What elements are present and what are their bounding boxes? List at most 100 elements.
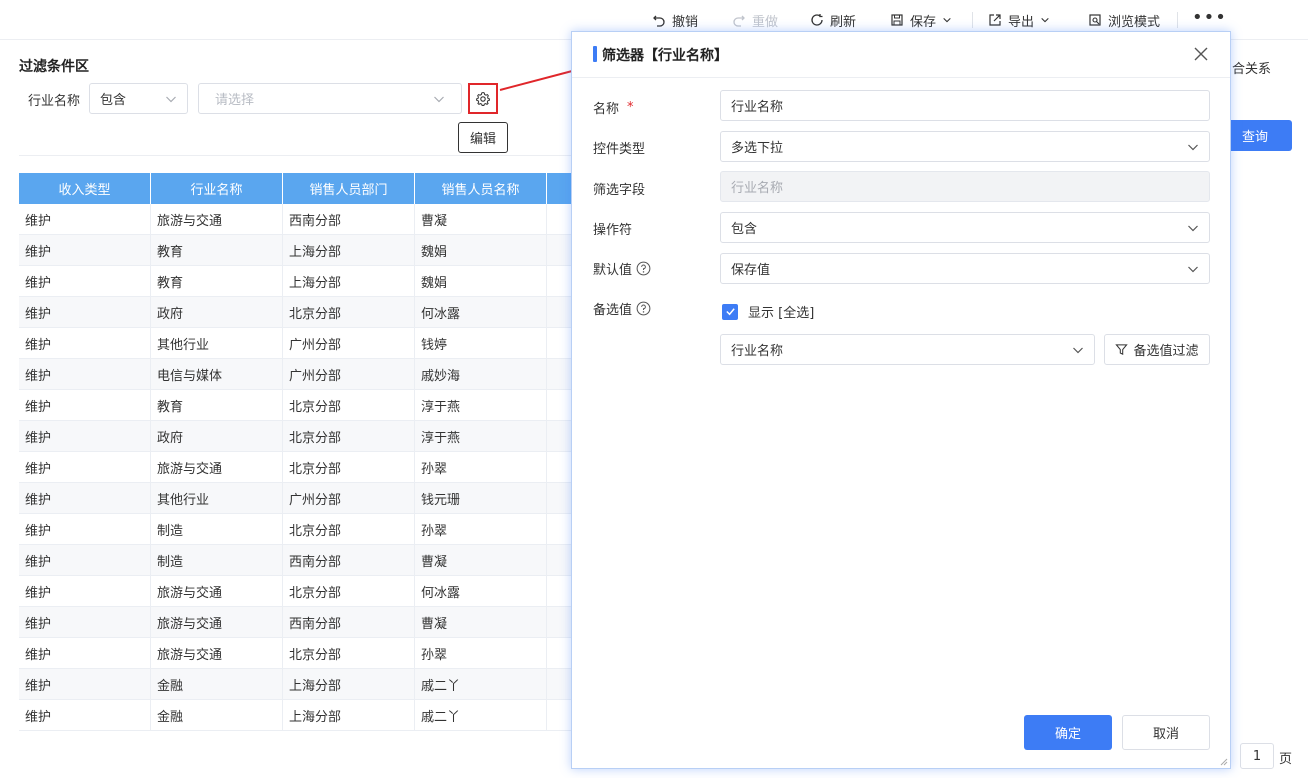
export-button[interactable]: 导出: [988, 11, 1050, 30]
value-placeholder: 请选择: [215, 93, 255, 108]
help-icon[interactable]: [636, 261, 651, 276]
table-row[interactable]: 维护 旅游与交通 西南分部 曹凝: [19, 607, 579, 638]
table-cell: 孙翠: [415, 452, 547, 482]
undo-button[interactable]: 撤销: [652, 11, 698, 30]
table-row[interactable]: 维护 旅游与交通 西南分部 曹凝: [19, 204, 579, 235]
options-source-value: 行业名称: [731, 344, 784, 359]
table-cell: 维护: [19, 576, 151, 606]
table-row[interactable]: 维护 教育 上海分部 魏娟: [19, 235, 579, 266]
column-header[interactable]: 收入类型: [19, 173, 151, 204]
redo-button[interactable]: 重做: [732, 11, 779, 30]
table-row[interactable]: 维护 旅游与交通 北京分部 孙翠: [19, 452, 579, 483]
table-cell: 维护: [19, 452, 151, 482]
browse-mode-button[interactable]: 浏览模式: [1088, 11, 1161, 30]
table-row[interactable]: 维护 金融 上海分部 戚二丫: [19, 669, 579, 700]
redo-icon: [733, 15, 745, 27]
table-cell: 淳于燕: [415, 390, 547, 420]
close-icon[interactable]: [1194, 47, 1208, 61]
operator-dialog-value: 包含: [731, 222, 758, 237]
table-cell: 教育: [151, 266, 283, 296]
browse-icon: [1089, 14, 1101, 26]
table-row[interactable]: 维护 政府 北京分部 淳于燕: [19, 421, 579, 452]
name-input[interactable]: 行业名称: [720, 90, 1210, 121]
options-filter-label: 备选值过滤: [1133, 344, 1199, 359]
table-row[interactable]: 维护 教育 上海分部 魏娟: [19, 266, 579, 297]
table-row[interactable]: 维护 制造 北京分部 孙翠: [19, 514, 579, 545]
name-label: 名称 *: [593, 98, 634, 117]
table-row[interactable]: 维护 政府 北京分部 何冰露: [19, 297, 579, 328]
cancel-button[interactable]: 取消: [1122, 715, 1210, 750]
funnel-icon: [1115, 344, 1129, 355]
operator-label-text: 操作符: [593, 223, 633, 238]
table-cell: 维护: [19, 359, 151, 389]
table-cell: 旅游与交通: [151, 452, 283, 482]
save-button[interactable]: 保存: [890, 11, 952, 30]
table-cell: 维护: [19, 669, 151, 699]
table-cell: 戚二丫: [415, 700, 547, 730]
table-cell: 维护: [19, 328, 151, 358]
chevron-down-icon: [1188, 144, 1198, 150]
table-cell: 维护: [19, 421, 151, 451]
name-label-text: 名称: [593, 102, 620, 117]
value-select[interactable]: 请选择: [198, 83, 462, 114]
operator-dialog-select[interactable]: 包含: [720, 212, 1210, 243]
table-row[interactable]: 维护 教育 北京分部 淳于燕: [19, 390, 579, 421]
table-cell: 淳于燕: [415, 421, 547, 451]
table-cell: 北京分部: [283, 452, 415, 482]
page-number-input[interactable]: 1: [1240, 743, 1274, 769]
table-cell: 金融: [151, 669, 283, 699]
chevron-down-icon: [1041, 17, 1049, 23]
gear-icon: [475, 91, 491, 106]
table-cell: 钱元珊: [415, 483, 547, 513]
options-label-text: 备选值: [593, 303, 633, 318]
options-filter-button[interactable]: 备选值过滤: [1104, 334, 1210, 365]
table-row[interactable]: 维护 其他行业 广州分部 钱婷: [19, 328, 579, 359]
table-cell: 其他行业: [151, 483, 283, 513]
options-source-select[interactable]: 行业名称: [720, 334, 1095, 365]
filter-divider: [19, 155, 579, 156]
redo-label: 重做: [752, 14, 779, 30]
required-mark: *: [627, 100, 634, 115]
default-value-select[interactable]: 保存值: [720, 253, 1210, 284]
edit-filter-button[interactable]: [468, 83, 498, 114]
table-cell: 电信与媒体: [151, 359, 283, 389]
chevron-down-icon: [434, 96, 444, 102]
table-row[interactable]: 维护 旅游与交通 北京分部 何冰露: [19, 576, 579, 607]
column-header[interactable]: 行业名称: [151, 173, 283, 204]
table-cell: 维护: [19, 483, 151, 513]
table-cell: 旅游与交通: [151, 638, 283, 668]
table-cell: 广州分部: [283, 328, 415, 358]
checkbox-checked-icon[interactable]: [722, 303, 738, 320]
control-type-select[interactable]: 多选下拉: [720, 131, 1210, 162]
operator-select[interactable]: 包含: [89, 83, 188, 114]
refresh-button[interactable]: 刷新: [810, 11, 856, 30]
show-all-checkbox-row[interactable]: 显示 [全选]: [722, 302, 814, 321]
table-cell: 孙翠: [415, 638, 547, 668]
name-input-value: 行业名称: [731, 100, 784, 115]
table-cell: 戚二丫: [415, 669, 547, 699]
chevron-down-icon: [1188, 225, 1198, 231]
show-all-label: 显示 [全选]: [748, 306, 815, 321]
column-header[interactable]: 销售人员部门: [283, 173, 415, 204]
table-row[interactable]: 维护 其他行业 广州分部 钱元珊: [19, 483, 579, 514]
more-icon[interactable]: •••: [1192, 9, 1227, 27]
table-row[interactable]: 维护 制造 西南分部 曹凝: [19, 545, 579, 576]
confirm-button[interactable]: 确定: [1024, 715, 1112, 750]
table-cell: 维护: [19, 204, 151, 234]
help-icon[interactable]: [636, 301, 651, 316]
table-row[interactable]: 维护 电信与媒体 广州分部 戚妙海: [19, 359, 579, 390]
table-cell: 旅游与交通: [151, 204, 283, 234]
column-header[interactable]: 销售人员名称: [415, 173, 547, 204]
table-row[interactable]: 维护 旅游与交通 北京分部 孙翠: [19, 638, 579, 669]
dialog-title-accent: [593, 46, 597, 62]
filter-field-input: 行业名称: [720, 171, 1210, 202]
browse-label: 浏览模式: [1108, 14, 1161, 30]
export-icon: [989, 14, 1001, 26]
table-row[interactable]: 维护 金融 上海分部 戚二丫: [19, 700, 579, 731]
table-cell: 旅游与交通: [151, 576, 283, 606]
filter-field-label-text: 筛选字段: [593, 183, 646, 198]
resize-handle-icon[interactable]: [1218, 756, 1228, 766]
default-value-value: 保存值: [731, 263, 771, 278]
save-icon: [891, 14, 903, 26]
table-cell: 上海分部: [283, 235, 415, 265]
